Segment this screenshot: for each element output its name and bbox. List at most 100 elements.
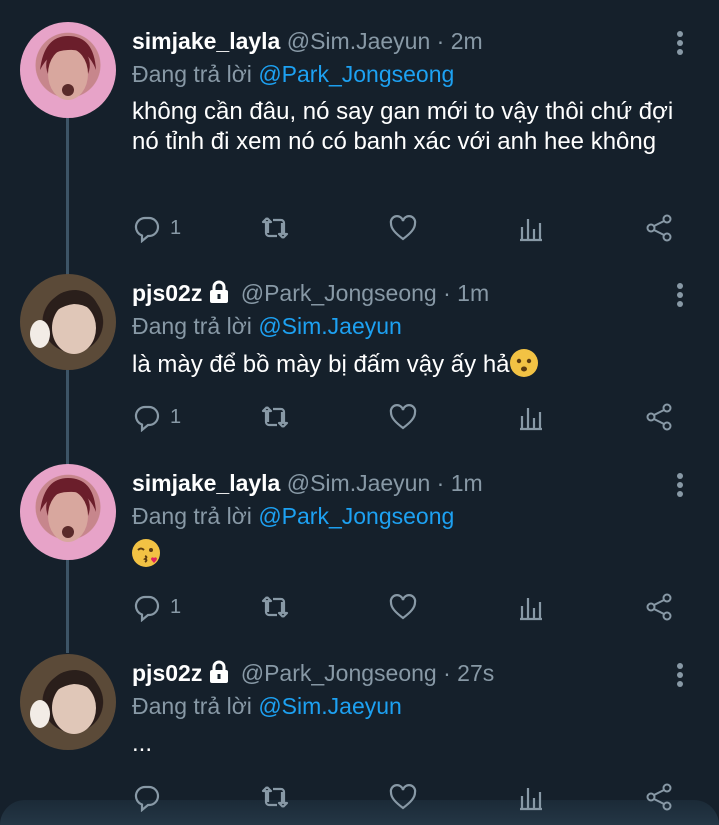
retweet-button[interactable] — [260, 590, 290, 624]
bar-chart-icon — [520, 598, 542, 621]
avatar[interactable] — [20, 274, 116, 370]
replying-to-label: Đang trả lời — [132, 61, 252, 87]
kissing-face-icon — [137, 547, 157, 563]
display-name[interactable]: simjake_layla — [132, 28, 280, 54]
more-options-icon[interactable] — [670, 660, 690, 688]
mention-link[interactable]: @Sim.Jaeyun — [258, 313, 402, 339]
more-options-icon[interactable] — [670, 470, 690, 498]
heart-icon — [389, 404, 417, 430]
avatar[interactable] — [20, 464, 116, 560]
worried-face-emoji — [509, 349, 538, 377]
lock-icon — [210, 280, 229, 303]
reply-button[interactable]: 1 — [132, 590, 181, 624]
avatar-image — [40, 478, 96, 542]
reply-count: 1 — [170, 405, 182, 428]
replying-to-label: Đang trả lời — [132, 313, 252, 339]
tweet-header: simjake_layla @Sim.Jaeyun · 1m — [132, 468, 659, 498]
share-button[interactable] — [644, 211, 674, 245]
heart-icon — [389, 784, 417, 810]
tweet-text: là mày để bồ mày bị đấm vậy ấy hả — [132, 351, 510, 378]
tweet[interactable]: simjake_layla @Sim.Jaeyun · 2m Đang trả … — [0, 0, 719, 260]
replying-to-label: Đang trả lời — [132, 693, 252, 719]
separator-dot: · — [436, 28, 445, 54]
more-options-icon[interactable] — [670, 28, 690, 56]
like-button[interactable] — [388, 780, 418, 814]
heart-icon — [389, 594, 417, 620]
mention-link[interactable]: @Park_Jongseong — [258, 503, 454, 529]
tweet-actions: 1 — [132, 211, 692, 245]
share-button[interactable] — [644, 780, 674, 814]
reply-icon — [134, 595, 160, 622]
tweet[interactable]: pjs02z @Park_Jongseong · 27s Đang trả lờ… — [0, 632, 719, 825]
replying-to: Đang trả lời @Sim.Jaeyun — [132, 691, 402, 721]
separator-dot: · — [436, 470, 445, 496]
reply-icon — [134, 216, 160, 243]
tweet-actions: 1 — [132, 590, 692, 624]
tweet-header: pjs02z @Park_Jongseong · 27s — [132, 658, 659, 688]
analytics-button[interactable] — [516, 211, 546, 245]
tweet-text: không cần đâu, nó say gan mới to vậy thô… — [132, 98, 674, 155]
display-name[interactable]: pjs02z — [132, 660, 202, 686]
share-button[interactable] — [644, 590, 674, 624]
user-handle[interactable]: @Park_Jongseong — [241, 280, 437, 306]
bar-chart-icon — [520, 219, 542, 242]
retweet-icon — [261, 596, 289, 618]
tweet-actions: 1 — [132, 400, 692, 434]
avatar[interactable] — [20, 22, 116, 118]
reply-button[interactable] — [132, 780, 170, 814]
share-icon — [646, 214, 672, 242]
reply-button[interactable]: 1 — [132, 400, 181, 434]
timestamp[interactable]: 27s — [457, 660, 494, 686]
heart-icon — [389, 215, 417, 241]
tweet[interactable]: pjs02z @Park_Jongseong · 1m Đang trả lời… — [0, 252, 719, 442]
analytics-button[interactable] — [516, 780, 546, 814]
timestamp[interactable]: 1m — [457, 280, 489, 306]
bar-chart-icon — [520, 408, 542, 431]
separator-dot: · — [443, 280, 451, 306]
share-icon — [646, 403, 672, 431]
user-handle[interactable]: @Park_Jongseong — [241, 660, 437, 686]
replying-to: Đang trả lời @Sim.Jaeyun — [132, 311, 402, 341]
replying-to: Đang trả lời @Park_Jongseong — [132, 59, 454, 89]
like-button[interactable] — [388, 211, 418, 245]
mention-link[interactable]: @Sim.Jaeyun — [258, 693, 402, 719]
share-button[interactable] — [644, 400, 674, 434]
tweet-text: ... — [132, 730, 153, 757]
avatar-image — [40, 36, 96, 100]
retweet-button[interactable] — [260, 400, 290, 434]
user-handle[interactable]: @Sim.Jaeyun — [287, 28, 431, 54]
worried-face-icon — [516, 358, 531, 372]
mention-link[interactable]: @Park_Jongseong — [258, 61, 454, 87]
retweet-icon — [261, 786, 289, 808]
reply-icon — [134, 405, 160, 432]
avatar[interactable] — [20, 654, 116, 750]
retweet-icon — [261, 406, 289, 428]
user-handle[interactable]: @Sim.Jaeyun — [287, 470, 431, 496]
analytics-button[interactable] — [516, 590, 546, 624]
timestamp[interactable]: 1m — [451, 470, 483, 496]
replying-to-label: Đang trả lời — [132, 503, 252, 529]
replying-to: Đang trả lời @Park_Jongseong — [132, 501, 454, 531]
avatar-image — [30, 670, 102, 734]
tweet-header: simjake_layla @Sim.Jaeyun · 2m — [132, 26, 659, 56]
retweet-icon — [261, 217, 289, 239]
display-name[interactable]: simjake_layla — [132, 470, 280, 496]
retweet-button[interactable] — [260, 780, 290, 814]
tweet-text-row: là mày để bồ mày bị đấm vậy ấy hả — [132, 349, 692, 380]
reply-count: 1 — [170, 216, 182, 239]
more-options-icon[interactable] — [670, 280, 690, 308]
reply-button[interactable]: 1 — [132, 211, 181, 245]
like-button[interactable] — [388, 400, 418, 434]
kissing-face-emoji — [132, 539, 160, 567]
analytics-button[interactable] — [516, 400, 546, 434]
retweet-button[interactable] — [260, 211, 290, 245]
lock-icon — [210, 660, 229, 683]
display-name[interactable]: pjs02z — [132, 280, 202, 306]
tweet-header: pjs02z @Park_Jongseong · 1m — [132, 278, 659, 308]
timestamp[interactable]: 2m — [451, 28, 483, 54]
tweet-actions — [132, 780, 692, 814]
like-button[interactable] — [388, 590, 418, 624]
reply-thread: simjake_layla @Sim.Jaeyun · 2m Đang trả … — [0, 0, 719, 825]
share-icon — [646, 783, 672, 811]
tweet[interactable]: simjake_layla @Sim.Jaeyun · 1m Đang trả … — [0, 442, 719, 632]
